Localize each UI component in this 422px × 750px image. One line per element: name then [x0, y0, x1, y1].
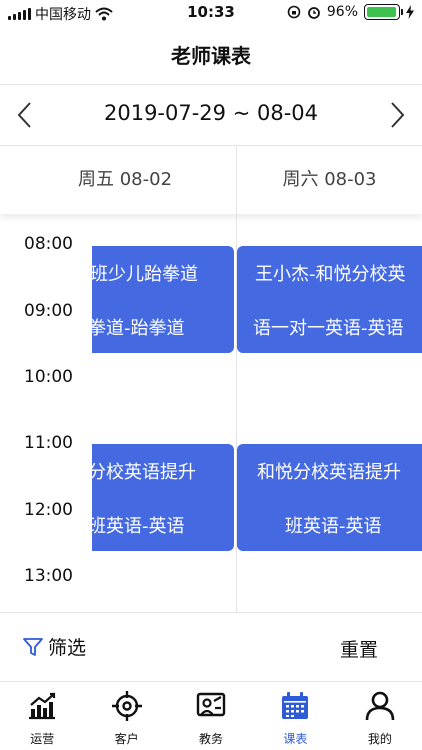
course-event-card[interactable]: 分校英语提升 班英语-英语 — [92, 444, 234, 551]
event-title: 分校英语提升 — [92, 462, 196, 483]
course-event-card[interactable]: 和悦分校英语提升 班英语-英语 — [237, 444, 422, 551]
event-title: 王小杰-和悦分校英 — [255, 264, 406, 285]
time-label: 13:00 — [24, 566, 73, 586]
next-week-button[interactable] — [382, 99, 412, 131]
day-label: 周五 08-02 — [78, 169, 173, 190]
event-title: 班少儿跆拳道 — [92, 264, 198, 285]
tab-academic[interactable]: 教务 — [169, 682, 253, 750]
chart-icon — [29, 692, 56, 720]
day-header-saturday: 周六 08-03 — [237, 146, 422, 214]
tab-label: 运营 — [30, 732, 55, 746]
tab-label: 我的 — [367, 732, 392, 746]
course-event-card[interactable]: 班少儿跆拳道 拳道-跆拳道 — [92, 246, 234, 353]
funnel-icon — [23, 637, 43, 656]
tab-profile[interactable]: 我的 — [338, 682, 422, 750]
charging-icon — [406, 5, 414, 19]
filter-button[interactable]: 筛选 — [22, 633, 86, 660]
person-icon — [365, 691, 395, 721]
event-subtitle: 拳道-跆拳道 — [92, 318, 185, 339]
target-icon — [111, 691, 142, 721]
event-title: 和悦分校英语提升 — [257, 462, 401, 483]
schedule-grid[interactable]: 08:00 09:00 10:00 11:00 12:00 13:00 班少儿跆… — [0, 214, 422, 612]
tab-label: 课表 — [283, 732, 308, 746]
time-label: 12:00 — [24, 500, 73, 520]
time-label: 08:00 — [24, 234, 73, 254]
tab-label: 教务 — [199, 732, 224, 746]
orientation-lock-icon — [287, 5, 301, 19]
day-header-friday: 周五 08-02 — [0, 146, 236, 214]
tab-operations[interactable]: 运营 — [0, 682, 84, 750]
calendar-icon — [282, 692, 309, 719]
page-title: 老师课表 — [171, 44, 251, 68]
event-subtitle: 班英语-英语 — [92, 516, 185, 537]
column-divider — [236, 146, 237, 612]
battery-icon — [364, 4, 403, 20]
week-selector: 2019-07-29 ~ 08-04 — [0, 85, 422, 145]
chevron-right-icon — [391, 102, 405, 128]
battery-percent: 96% — [326, 4, 358, 20]
week-range: 2019-07-29 ~ 08-04 — [103, 101, 318, 125]
event-subtitle: 班英语-英语 — [285, 516, 382, 537]
filter-bar: 筛选 重置 — [0, 613, 422, 681]
tab-customers[interactable]: 客户 — [84, 682, 168, 750]
tab-label: 客户 — [114, 732, 139, 746]
reset-button[interactable]: 重置 — [340, 635, 378, 662]
tab-bar: 运营 客户 教务 课表 我的 — [0, 682, 422, 750]
event-subtitle: 语一对一英语-英语 — [253, 318, 404, 339]
teaching-icon — [196, 692, 226, 717]
day-label: 周六 08-03 — [282, 169, 377, 190]
tab-schedule[interactable]: 课表 — [253, 682, 337, 750]
course-event-card[interactable]: 王小杰-和悦分校英 语一对一英语-英语 — [237, 246, 422, 353]
filter-label: 筛选 — [48, 637, 87, 659]
alarm-icon — [307, 7, 320, 19]
time-label: 09:00 — [24, 301, 73, 321]
day-header-row: 周五 08-02 周六 08-03 — [0, 146, 422, 214]
time-label: 11:00 — [24, 433, 73, 453]
time-label: 10:00 — [24, 367, 73, 387]
status-bar: 中国移动 10:33 96% — [0, 0, 422, 26]
